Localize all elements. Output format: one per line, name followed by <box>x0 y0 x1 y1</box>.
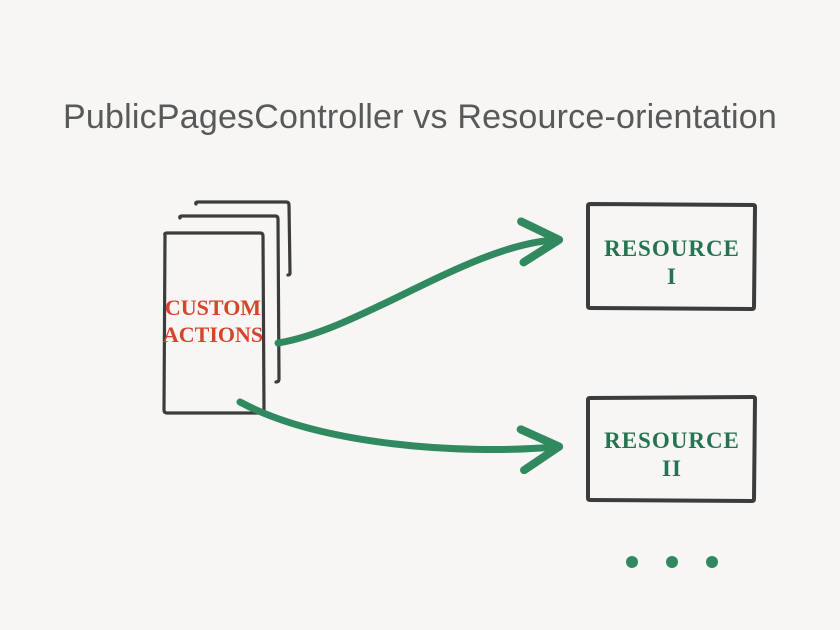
box1-line1: RESOURCE <box>604 236 740 261</box>
slide: PublicPagesController vs Resource-orient… <box>0 0 840 630</box>
box2-line1: RESOURCE <box>604 428 740 453</box>
resource-box-1: RESOURCE I <box>588 204 755 309</box>
box2-line2: II <box>662 456 682 481</box>
box1-line2: I <box>667 264 677 289</box>
resource-box-2: RESOURCE II <box>588 397 755 501</box>
stack-line2: ACTIONS <box>163 322 263 347</box>
arrow-top <box>278 240 555 343</box>
diagram-svg: CUSTOM ACTIONS RESOURCE I RESOURCE II <box>0 0 840 630</box>
ellipsis-dots <box>626 556 718 568</box>
stack-line1: CUSTOM <box>165 295 261 320</box>
arrow-bottom <box>240 402 555 450</box>
